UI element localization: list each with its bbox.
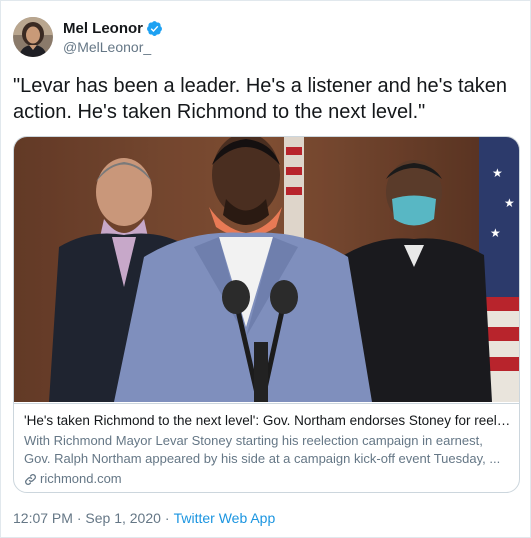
- display-name[interactable]: Mel Leonor: [63, 19, 143, 38]
- press-conference-photo-icon: ★ ★ ★: [14, 137, 519, 402]
- tweet-meta: 12:07 PM · Sep 1, 2020 · Twitter Web App: [13, 509, 275, 527]
- verified-badge-icon: [146, 20, 163, 37]
- svg-text:★: ★: [504, 196, 515, 210]
- tweet-container: Mel Leonor @MelLeonor_ "Levar has been a…: [0, 0, 531, 538]
- tweet-header: Mel Leonor @MelLeonor_: [13, 13, 163, 61]
- tweet-timestamp[interactable]: 12:07 PM · Sep 1, 2020: [13, 509, 161, 527]
- card-body[interactable]: 'He's taken Richmond to the next level':…: [14, 403, 519, 492]
- author-handle[interactable]: @MelLeonor_: [63, 38, 163, 56]
- svg-text:★: ★: [492, 166, 503, 180]
- avatar[interactable]: [13, 17, 53, 57]
- tweet-text: "Levar has been a leader. He's a listene…: [13, 75, 507, 123]
- tweet-source-link[interactable]: Twitter Web App: [174, 509, 276, 527]
- tweet-date[interactable]: Sep 1, 2020: [85, 510, 161, 526]
- card-title[interactable]: 'He's taken Richmond to the next level':…: [24, 412, 511, 430]
- link-icon: [24, 473, 37, 486]
- card-image[interactable]: ★ ★ ★: [14, 137, 519, 402]
- card-domain: richmond.com: [24, 470, 511, 488]
- avatar-photo-icon: [13, 17, 53, 57]
- card-description: With Richmond Mayor Levar Stoney startin…: [24, 433, 501, 466]
- svg-text:★: ★: [490, 226, 501, 240]
- link-preview-card[interactable]: ★ ★ ★ 'He's taken Richmond to the next l…: [13, 136, 520, 493]
- display-name-row[interactable]: Mel Leonor: [63, 19, 163, 38]
- meta-separator: ·: [164, 510, 170, 526]
- author-names: Mel Leonor @MelLeonor_: [63, 19, 163, 56]
- tweet-time[interactable]: 12:07 PM: [13, 510, 73, 526]
- card-domain-text: richmond.com: [40, 471, 122, 486]
